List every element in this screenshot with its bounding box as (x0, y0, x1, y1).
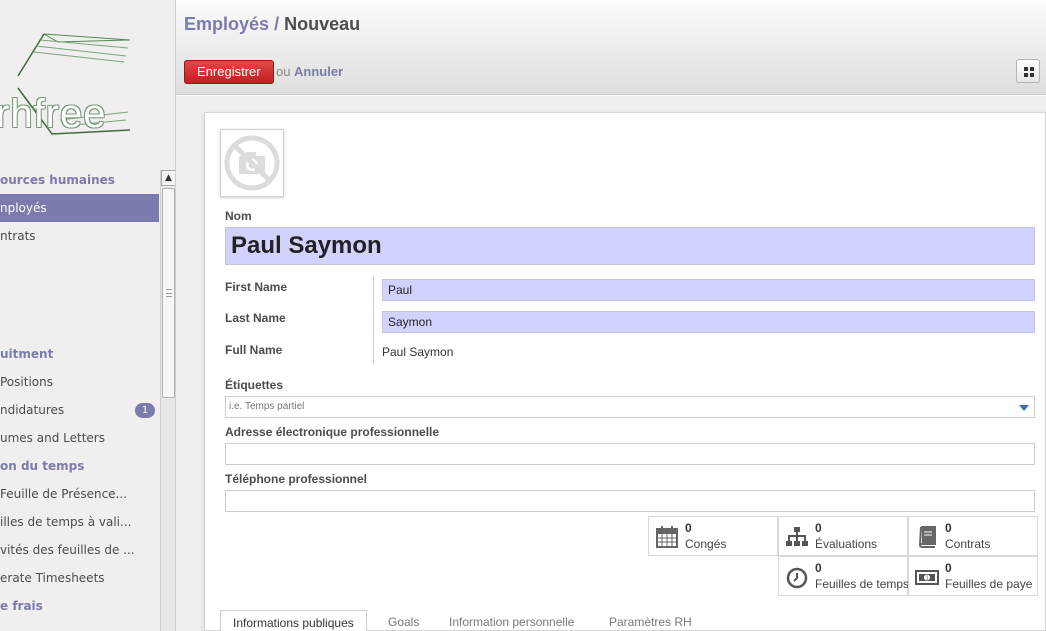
tags-placeholder: i.e. Temps partiel (229, 401, 305, 412)
clock-icon (786, 567, 808, 589)
form-sheet: Nom Paul Saymon First Name Last Name Ful… (204, 112, 1046, 631)
last-name-input[interactable]: Saymon (382, 311, 1035, 333)
tab-goals[interactable]: Goals (376, 610, 431, 631)
sitemap-icon (786, 527, 808, 546)
contrats-label: Contrats (945, 537, 991, 551)
or-text: ou (276, 64, 291, 79)
full-name-value: Paul Saymon (382, 345, 454, 359)
breadcrumb-separator: / (274, 14, 280, 34)
breadcrumb-current: Nouveau (284, 14, 361, 34)
feuilles-paye-label: Feuilles de paye (945, 577, 1033, 591)
feuilles-temps-count: 0 (815, 561, 822, 575)
money-icon: 1 (915, 570, 939, 585)
cancel-link[interactable]: Annuler (294, 64, 343, 79)
book-icon (918, 526, 936, 548)
sidebar-item-feuille-presence[interactable]: Feuille de Présence... (0, 480, 159, 508)
feuilles-paye-button[interactable]: 1 0 Feuilles de paye (908, 556, 1038, 596)
sidebar-item-generate-timesheets[interactable]: erate Timesheets (0, 564, 159, 592)
work-phone-label: Téléphone professionnel (225, 472, 368, 486)
no-photo-camera-icon (224, 135, 280, 191)
tab-information-personnelle[interactable]: Information personnelle (437, 610, 586, 631)
sidebar-item-label: ndidatures (0, 403, 65, 417)
sidebar-scrollbar[interactable]: ▲ (160, 170, 175, 631)
tags-input[interactable]: i.e. Temps partiel (225, 396, 1035, 418)
feuilles-temps-label: Feuilles de temps (815, 577, 910, 591)
conges-button[interactable]: 0 Congés (648, 516, 778, 556)
full-name-label: Full Name (225, 343, 283, 357)
evaluations-count: 0 (815, 521, 822, 535)
work-email-input[interactable] (225, 443, 1035, 465)
employee-name-input[interactable]: Paul Saymon (225, 227, 1035, 265)
menu-section-ressources-humaines[interactable]: ources humaines (0, 166, 159, 194)
sidebar-item-candidatures[interactable]: ndidatures 1 (0, 396, 159, 424)
logo-text: rhfree (0, 92, 107, 136)
kanban-view-button[interactable] (1016, 59, 1040, 83)
control-panel: Employés / Nouveau Enregistrer ou Annule… (176, 0, 1046, 95)
last-name-label: Last Name (225, 311, 286, 325)
label-divider (373, 276, 374, 364)
scroll-up-arrow-icon[interactable]: ▲ (161, 170, 175, 186)
scrollbar-grip-icon (166, 289, 172, 297)
tags-label: Étiquettes (225, 378, 284, 392)
contrats-count: 0 (945, 521, 952, 535)
employee-photo[interactable] (220, 129, 284, 197)
sidebar-item-employes[interactable]: nployés (0, 194, 159, 222)
feuilles-paye-count: 0 (945, 561, 952, 575)
first-name-label: First Name (225, 280, 288, 294)
sidebar-item-activites-feuilles[interactable]: vités des feuilles de ... (0, 536, 159, 564)
first-name-input[interactable]: Paul (382, 279, 1035, 301)
sidebar-item-contrats[interactable]: ntrats (0, 222, 159, 250)
svg-text:1: 1 (926, 576, 929, 582)
save-button[interactable]: Enregistrer (184, 60, 274, 84)
dropdown-arrow-icon[interactable] (1019, 405, 1029, 411)
feuilles-temps-button[interactable]: 0 Feuilles de temps (778, 556, 910, 596)
sidebar-item-positions[interactable]: Positions (0, 368, 159, 396)
company-logo[interactable]: rhfree (0, 28, 140, 143)
menu-section-recruitment[interactable]: uitment (0, 340, 159, 368)
work-phone-input[interactable] (225, 490, 1035, 512)
menu-spacer (0, 250, 159, 340)
tab-informations-publiques[interactable]: Informations publiques (220, 610, 367, 631)
breadcrumb-employes-link[interactable]: Employés (184, 14, 269, 34)
evaluations-button[interactable]: 0 Évaluations (778, 516, 908, 556)
sidebar-item-resumes-letters[interactable]: umes and Letters (0, 424, 159, 452)
form-view: Nom Paul Saymon First Name Last Name Ful… (176, 96, 1046, 631)
calendar-icon (656, 526, 678, 548)
tab-parametres-rh[interactable]: Paramètres RH (597, 610, 704, 631)
menu-section-gestion-temps[interactable]: on du temps (0, 452, 159, 480)
count-badge: 1 (135, 403, 155, 418)
work-email-label: Adresse électronique professionnelle (225, 425, 440, 439)
sidebar-menu: ources humaines nployés ntrats uitment P… (0, 166, 159, 620)
menu-section-notes-frais[interactable]: e frais (0, 592, 159, 620)
breadcrumb: Employés / Nouveau (184, 14, 360, 35)
sidebar: rhfree ources humaines nployés ntrats ui… (0, 0, 176, 631)
conges-label: Congés (685, 537, 727, 551)
scrollbar-thumb[interactable] (162, 188, 175, 398)
sidebar-item-feuilles-a-valider[interactable]: illes de temps à vali... (0, 508, 159, 536)
name-label: Nom (225, 209, 252, 223)
conges-count: 0 (685, 521, 692, 535)
evaluations-label: Évaluations (815, 537, 878, 551)
contrats-button[interactable]: 0 Contrats (908, 516, 1038, 556)
